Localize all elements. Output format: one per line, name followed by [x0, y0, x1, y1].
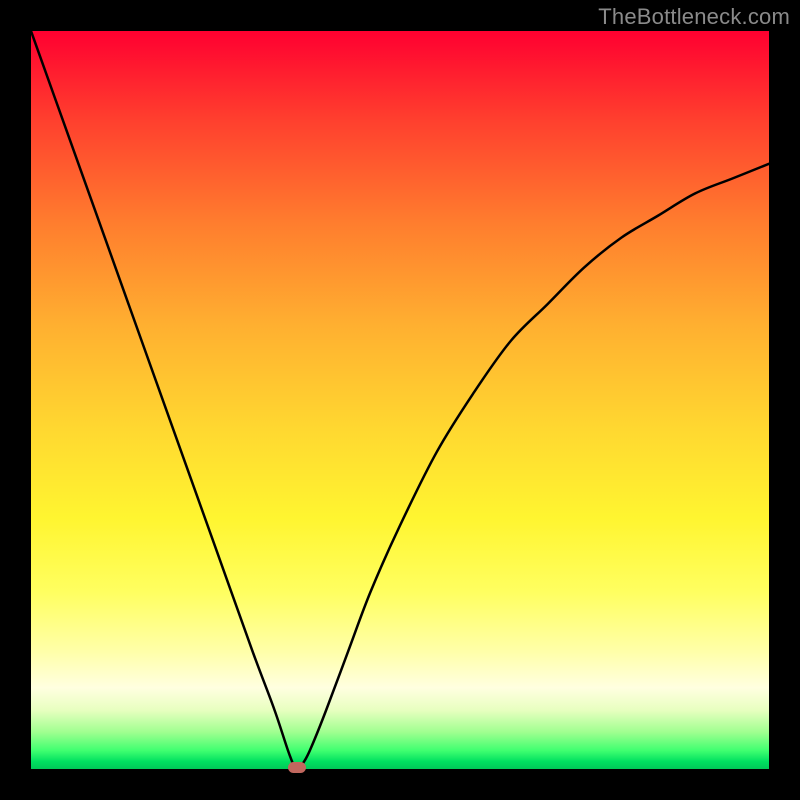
bottleneck-curve	[31, 31, 769, 769]
chart-frame: TheBottleneck.com	[0, 0, 800, 800]
plot-area	[31, 31, 769, 769]
curve-path	[31, 31, 769, 769]
watermark-label: TheBottleneck.com	[598, 4, 790, 30]
min-marker	[288, 762, 306, 773]
